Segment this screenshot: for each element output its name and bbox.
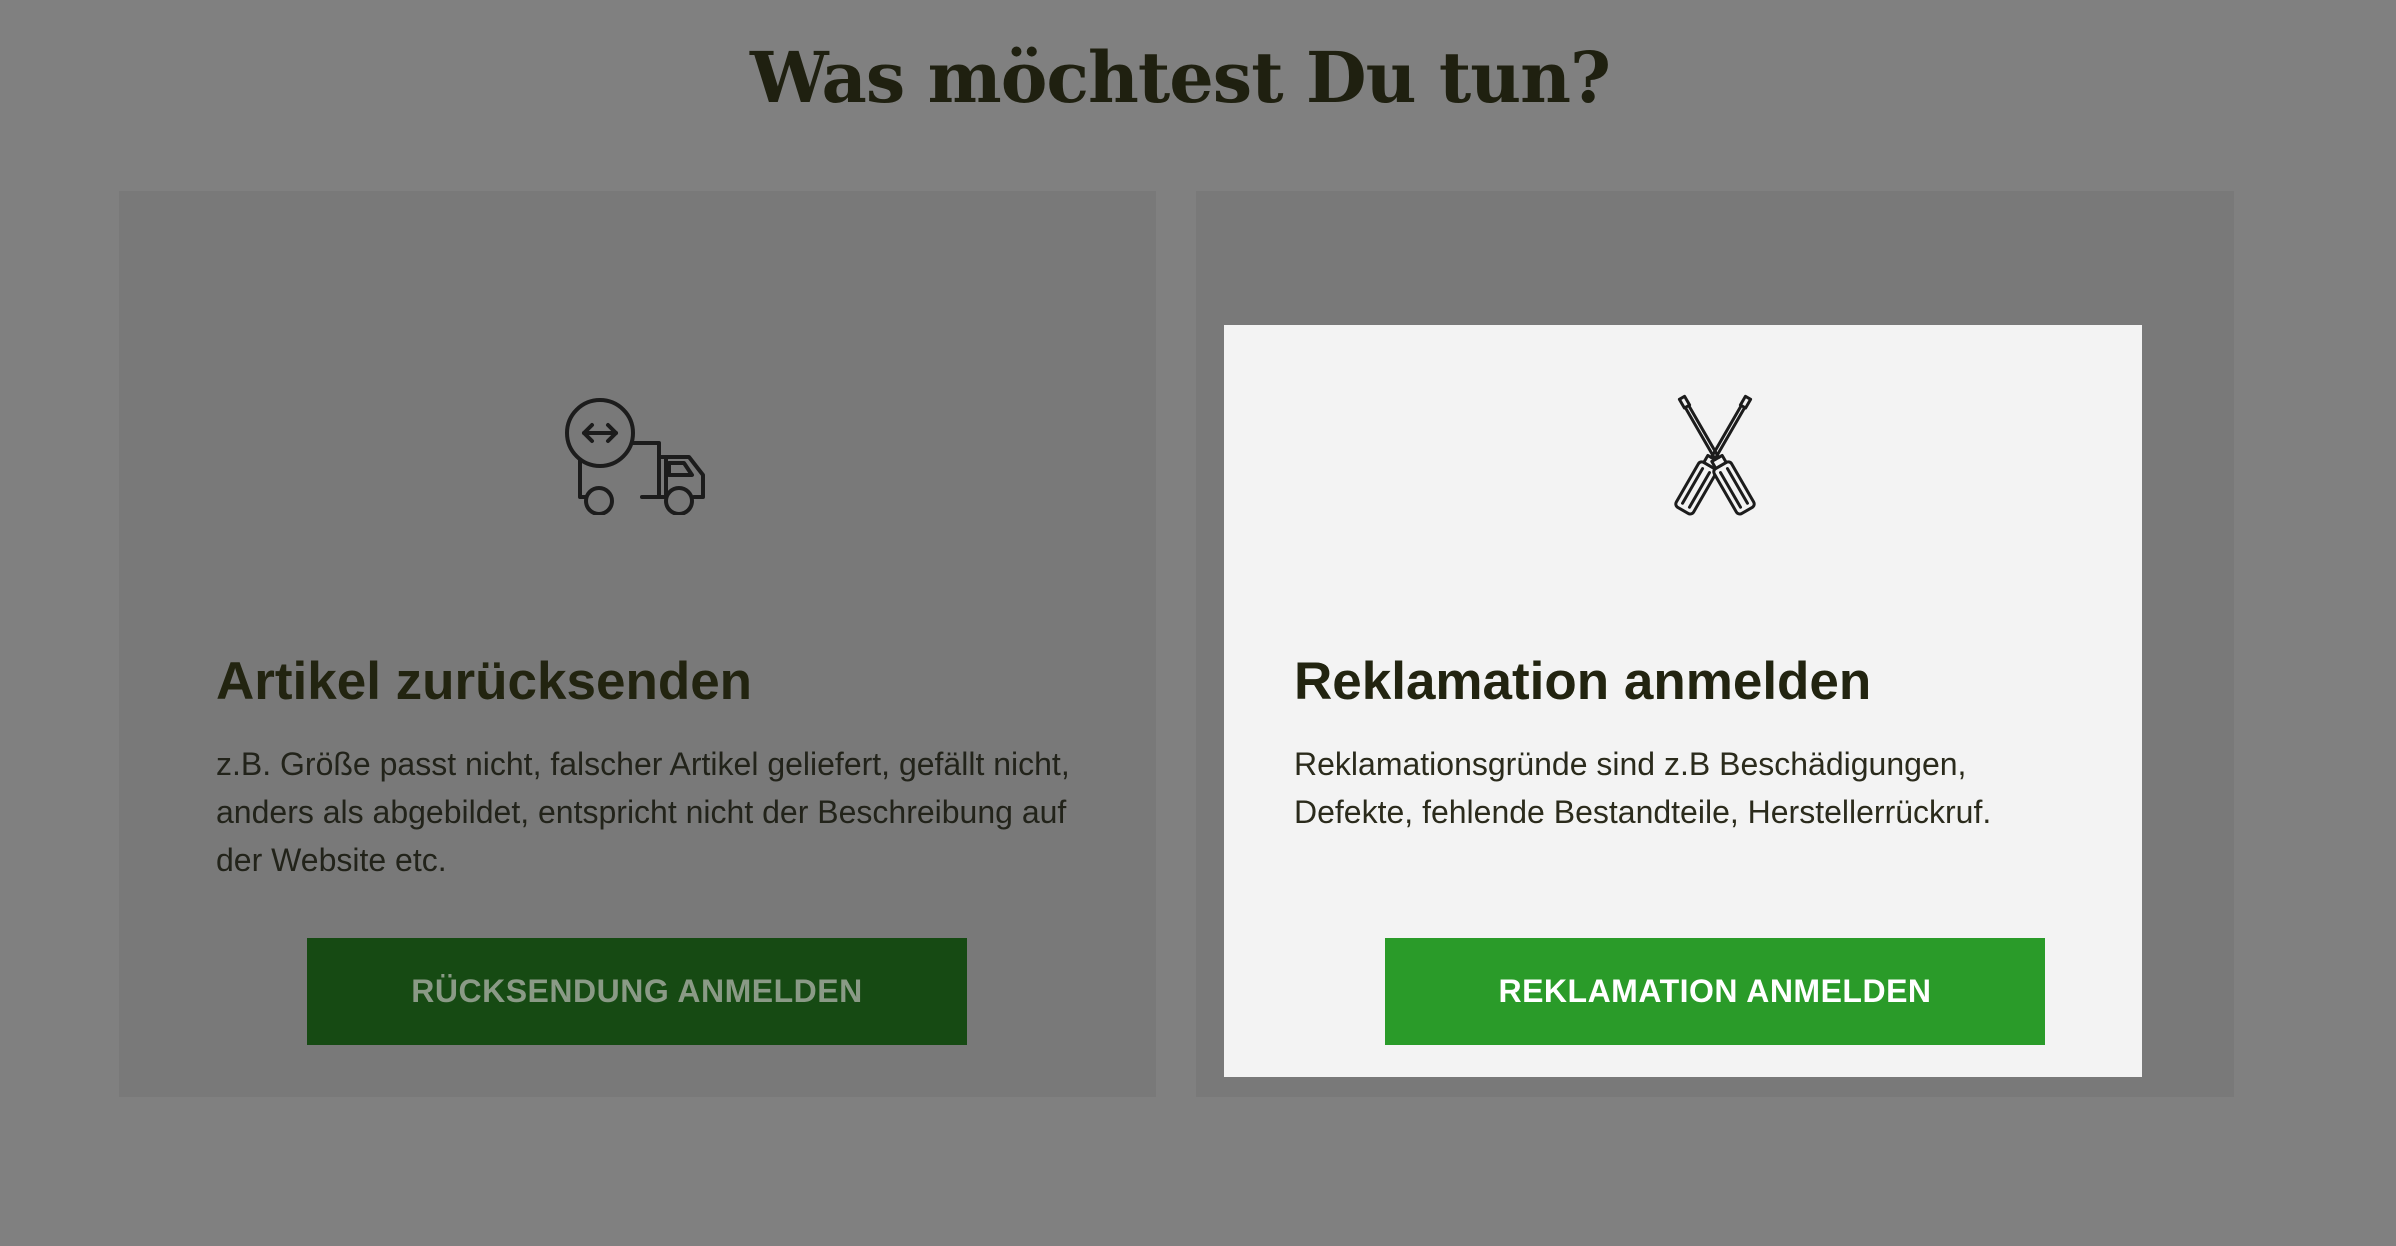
register-claim-button[interactable]: REKLAMATION ANMELDEN	[1385, 938, 2045, 1045]
return-truck-icon	[565, 398, 705, 515]
page-title: Was möchtest Du tun?	[749, 36, 1611, 119]
register-return-button[interactable]: RÜCKSENDUNG ANMELDEN	[307, 938, 967, 1045]
claim-card-description: Reklamationsgründe sind z.B Beschädigung…	[1294, 746, 1992, 830]
screwdrivers-icon	[1674, 394, 1756, 516]
return-card-description: z.B. Größe passt nicht, falscher Artikel…	[216, 746, 1070, 878]
claim-card-heading: Reklamation anmelden	[1294, 652, 1872, 711]
return-card-heading: Artikel zurücksenden	[216, 652, 753, 711]
